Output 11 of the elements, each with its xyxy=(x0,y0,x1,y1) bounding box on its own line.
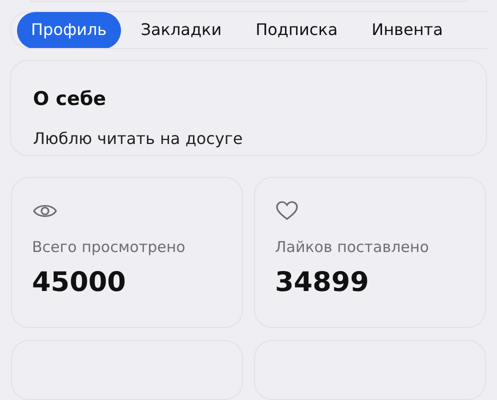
tab[interactable]: Закладки xyxy=(126,12,236,48)
about-title: О себе xyxy=(33,86,108,112)
heart-icon xyxy=(275,200,299,222)
about-text: Люблю читать на досуге xyxy=(33,128,244,150)
stat-label: Лайков поставлено xyxy=(275,237,429,258)
stat-value: 34899 xyxy=(275,266,369,300)
tab[interactable]: Профиль xyxy=(17,12,121,48)
tab[interactable]: Подписка xyxy=(242,12,352,48)
stat-label: Всего просмотрено xyxy=(32,237,186,258)
tab[interactable]: Инвента xyxy=(358,12,457,48)
stat-value: 45000 xyxy=(32,266,126,300)
